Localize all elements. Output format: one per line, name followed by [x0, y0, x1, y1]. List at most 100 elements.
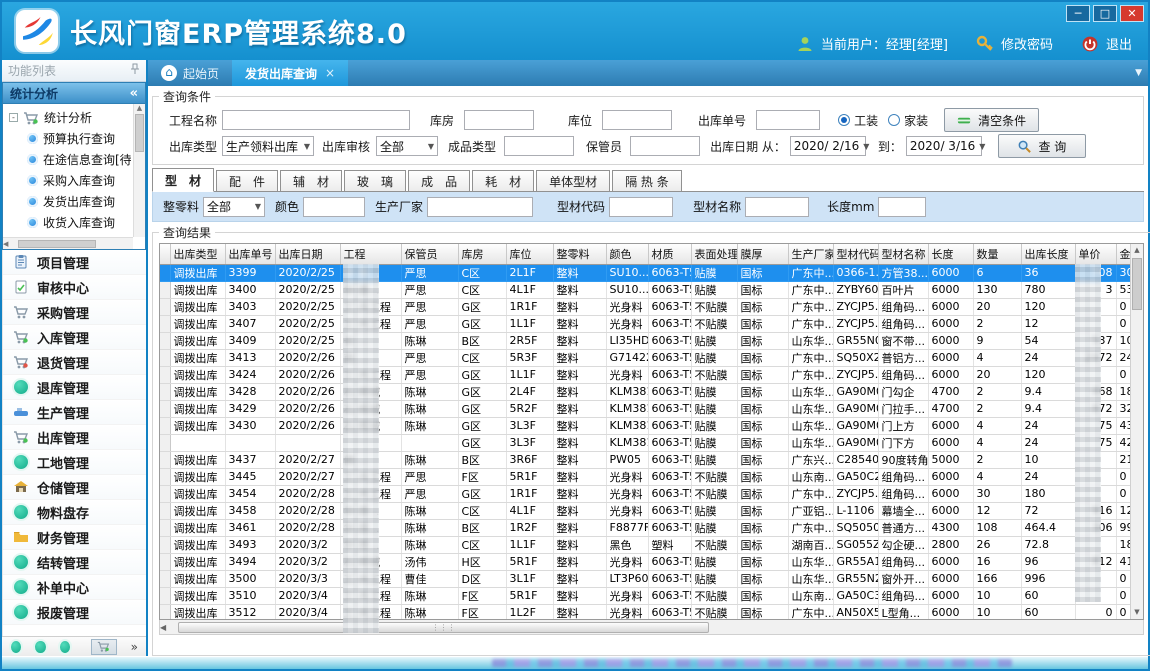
material-tab[interactable]: 隔 热 条: [612, 170, 682, 191]
material-tab[interactable]: 玻 璃: [344, 170, 406, 191]
table-row[interactable]: 调拨出库34292020/2/26石 辉城陈琳G区5R2F整料KLM381760…: [160, 400, 1144, 417]
tree-vertical-scrollbar[interactable]: ▲: [133, 104, 145, 237]
column-header[interactable]: 出库单号: [225, 244, 275, 264]
radio-jiazhuang[interactable]: 家装: [888, 112, 928, 129]
logout-link[interactable]: 退出: [1106, 34, 1132, 53]
profile-name-input[interactable]: [745, 197, 809, 217]
module-dot-icon[interactable]: [11, 641, 21, 653]
maximize-button[interactable]: □: [1093, 5, 1117, 22]
close-tab-icon[interactable]: ×: [325, 66, 335, 80]
material-tab[interactable]: 成 品: [408, 170, 470, 191]
profile-code-input[interactable]: [609, 197, 673, 217]
column-header[interactable]: 表面处理: [691, 244, 737, 264]
table-row[interactable]: 调拨出库34372020/2/27佛 ...陈琳B区3R6F整料PW056063…: [160, 451, 1144, 468]
table-row[interactable]: 调拨出库34452020/2/27工 共工程严思F区5R1F整料光身料6063-…: [160, 468, 1144, 485]
project-name-input[interactable]: [222, 110, 410, 130]
table-row[interactable]: 调拨出库34092020/2/25长 ...陈琳B区2R5F整料LI35HD60…: [160, 332, 1144, 349]
date-to-select[interactable]: 2020/ 3/16▼: [906, 136, 982, 156]
table-row[interactable]: 调拨出库34032020/2/25工 共工程严思G区1R1F整料光身料6063-…: [160, 298, 1144, 315]
minimize-button[interactable]: ─: [1066, 5, 1090, 22]
column-header[interactable]: 膜厚: [737, 244, 788, 264]
table-row[interactable]: 调拨出库35002020/3/3工 共工程曹佳D区3L1F整料LT3P60606…: [160, 570, 1144, 587]
tree-root-statistics[interactable]: -统计分析: [9, 107, 131, 128]
sidebar-item-cart-out[interactable]: 出库管理: [3, 425, 146, 450]
table-row[interactable]: 调拨出库34542020/2/28工 共工程严思G区1R1F整料光身料6063-…: [160, 485, 1144, 502]
sidebar-item-circle[interactable]: 结转管理: [3, 550, 146, 575]
table-row[interactable]: 调拨出库34932020/3/2华 原...陈琳C区1L1F整料黑色塑料不贴膜国…: [160, 536, 1144, 553]
table-row[interactable]: 调拨出库34072020/2/25工 共工程严思G区1L1F整料光身料6063-…: [160, 315, 1144, 332]
table-row[interactable]: 调拨出库34302020/2/26石 辉城陈琳G区3L3F整料KLM381760…: [160, 417, 1144, 434]
grid-vertical-scrollbar[interactable]: ▲▼: [1130, 244, 1143, 619]
close-button[interactable]: ✕: [1120, 5, 1144, 22]
sidebar-item-cart-return[interactable]: 退货管理: [3, 350, 146, 375]
location-input[interactable]: [602, 110, 672, 130]
color-input[interactable]: [303, 197, 365, 217]
tab-shipping-outbound-query[interactable]: 发货出库查询 ×: [232, 60, 348, 86]
table-row[interactable]: 调拨出库35122020/3/4工 共工程陈琳F区1L2F整料光身料6063-T…: [160, 604, 1144, 620]
clear-conditions-button[interactable]: 清空条件: [944, 108, 1039, 132]
sidebar-item-cart-in[interactable]: 入库管理: [3, 325, 146, 350]
chevron-down-icon[interactable]: ▼: [1135, 68, 1142, 78]
sidebar-item-circle[interactable]: 报废管理: [3, 600, 146, 625]
column-header[interactable]: 库位: [506, 244, 553, 264]
module-dot-icon[interactable]: [60, 641, 70, 653]
material-tab[interactable]: 单体型材: [536, 170, 610, 191]
column-header[interactable]: 型材名称: [878, 244, 928, 264]
tree-item[interactable]: 采购入库查询: [9, 170, 131, 191]
keeper-input[interactable]: [630, 136, 700, 156]
column-header[interactable]: 保管员: [401, 244, 458, 264]
material-tab[interactable]: 耗 材: [472, 170, 534, 191]
whole-part-select[interactable]: 全部▼: [203, 197, 265, 217]
overflow-chevron-icon[interactable]: »: [131, 640, 138, 654]
material-tab[interactable]: 型 材: [152, 168, 214, 192]
warehouse-input[interactable]: [464, 110, 534, 130]
table-row[interactable]: 调拨出库34132020/2/26南 ...严思C区5R3F整料G7142260…: [160, 349, 1144, 366]
cart-toolbar-button[interactable]: [91, 639, 117, 655]
order-no-input[interactable]: [756, 110, 820, 130]
table-row[interactable]: 调拨出库34582020/2/28华 原...陈琳C区4L1F整料光身料6063…: [160, 502, 1144, 519]
column-header[interactable]: 出库类型: [170, 244, 225, 264]
column-header[interactable]: 生产厂家: [788, 244, 833, 264]
length-input[interactable]: [878, 197, 926, 217]
column-header[interactable]: 工程: [340, 244, 401, 264]
column-header[interactable]: 长度: [928, 244, 973, 264]
column-header[interactable]: 材质: [648, 244, 691, 264]
product-type-input[interactable]: [504, 136, 574, 156]
sidebar-item-cart[interactable]: 采购管理: [3, 300, 146, 325]
outbound-type-select[interactable]: 生产领料出库▼: [222, 136, 314, 156]
audit-select[interactable]: 全部▼: [376, 136, 438, 156]
tree-item[interactable]: 发货出库查询: [9, 191, 131, 212]
grid-horizontal-scrollbar[interactable]: ◀⋮⋮⋮: [159, 620, 1144, 635]
tree-item[interactable]: 在途信息查询[待定]: [9, 149, 131, 170]
tree-item[interactable]: 收货入库查询: [9, 212, 131, 233]
column-header[interactable]: 库房: [458, 244, 506, 264]
sidebar-group-header[interactable]: 统计分析 «: [2, 82, 146, 104]
sidebar-item-circle[interactable]: 工地管理: [3, 450, 146, 475]
maker-input[interactable]: [427, 197, 533, 217]
column-header[interactable]: 数量: [973, 244, 1021, 264]
tree-item[interactable]: 预算执行查询: [9, 128, 131, 149]
change-password-link[interactable]: 修改密码: [1001, 34, 1053, 53]
material-tab[interactable]: 配 件: [216, 170, 278, 191]
table-row[interactable]: 调拨出库33992020/2/25华 原...严思C区2L1F整料SU10...…: [160, 264, 1144, 281]
sidebar-item-circle[interactable]: 补单中心: [3, 575, 146, 600]
sidebar-item-clipboard[interactable]: 项目管理: [3, 250, 146, 275]
column-header[interactable]: 型材代码: [833, 244, 878, 264]
sidebar-item-audit[interactable]: 审核中心: [3, 275, 146, 300]
tab-home[interactable]: ⌂ 起始页: [148, 60, 232, 86]
column-header[interactable]: 颜色: [606, 244, 648, 264]
column-header[interactable]: 整零料: [553, 244, 606, 264]
table-row[interactable]: G区3L3F整料KLM38176063-T5贴膜国标山东华...GA90M09.…: [160, 434, 1144, 451]
sidebar-item-folder[interactable]: 财务管理: [3, 525, 146, 550]
table-row[interactable]: 调拨出库34612020/2/28华 原...陈琳B区1R2F整料F8877FT…: [160, 519, 1144, 536]
date-from-select[interactable]: 2020/ 2/16▼: [790, 136, 866, 156]
sidebar-item-circle[interactable]: 退库管理: [3, 375, 146, 400]
pin-icon[interactable]: [130, 63, 140, 78]
column-header[interactable]: 出库长度: [1021, 244, 1075, 264]
table-row[interactable]: 调拨出库34242020/2/26工 共工程严思G区1L1F整料光身料6063-…: [160, 366, 1144, 383]
table-row[interactable]: 调拨出库34002020/2/25华 原...严思C区4L1F整料SU10...…: [160, 281, 1144, 298]
radio-gongzhuang[interactable]: 工装: [838, 112, 878, 129]
sidebar-item-production[interactable]: 生产管理: [3, 400, 146, 425]
tree-horizontal-scrollbar[interactable]: ◀: [3, 237, 133, 249]
table-row[interactable]: 调拨出库34282020/2/26石 辉城陈琳G区2L4F整料KLM381760…: [160, 383, 1144, 400]
